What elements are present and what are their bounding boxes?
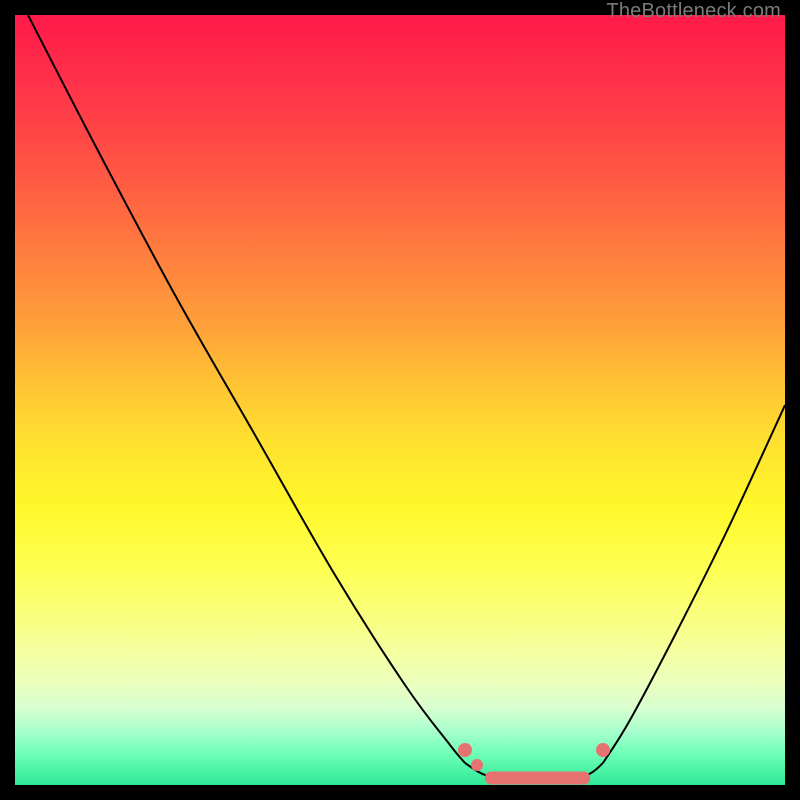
valley-marker-bar [485, 772, 590, 785]
valley-marker-dot [458, 743, 472, 757]
curve-left [28, 15, 465, 763]
valley-marker-dot [596, 743, 610, 757]
chart-frame: TheBottleneck.com [15, 15, 785, 785]
bottleneck-curve-plot [15, 15, 785, 785]
valley-marker-dots [458, 743, 610, 771]
valley-marker-dot [471, 759, 483, 771]
curve-right [603, 405, 785, 763]
